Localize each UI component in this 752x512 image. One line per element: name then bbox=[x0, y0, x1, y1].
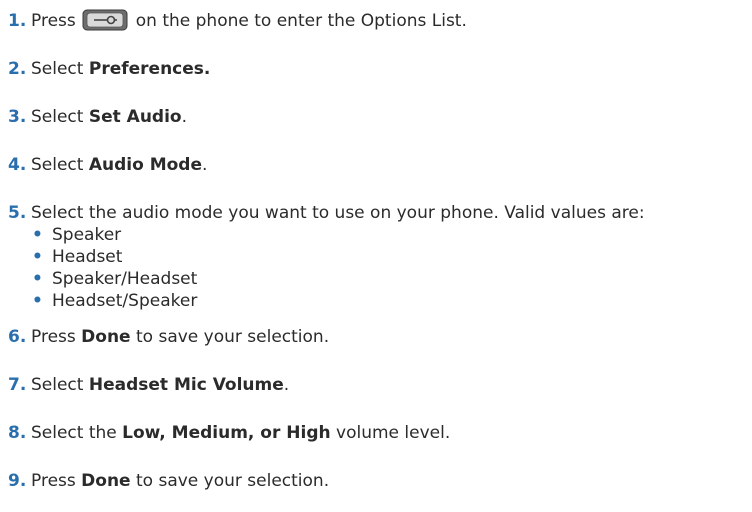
bullet-icon: • bbox=[32, 247, 43, 267]
bullet-icon: • bbox=[32, 291, 43, 311]
step-text: Select the bbox=[31, 423, 123, 443]
list-item: • Headset bbox=[30, 246, 122, 268]
step-text-continued: to save your selection. bbox=[130, 471, 330, 491]
step-text: Select the audio mode you want to use on… bbox=[31, 203, 645, 223]
step-7: 7. Select Headset Mic Volume. bbox=[8, 374, 289, 396]
step-text: Press bbox=[31, 327, 82, 347]
audio-mode-headset: Headset bbox=[52, 247, 123, 267]
step-text: Select bbox=[31, 107, 89, 127]
menu-option-audio-mode: Audio Mode bbox=[88, 155, 203, 175]
step-text: Press bbox=[31, 471, 82, 491]
step-text-continued: . bbox=[181, 107, 188, 127]
step-number: 2. bbox=[8, 59, 27, 79]
step-3: 3. Select Set Audio. bbox=[8, 106, 187, 128]
step-text-continued: volume level. bbox=[330, 423, 451, 443]
step-number: 9. bbox=[8, 471, 27, 491]
audio-mode-speaker-headset: Speaker/Headset bbox=[52, 269, 198, 289]
step-4: 4. Select Audio Mode. bbox=[8, 154, 207, 176]
step-number: 6. bbox=[8, 327, 27, 347]
softkey-done: Done bbox=[81, 327, 131, 347]
audio-mode-speaker: Speaker bbox=[52, 225, 122, 245]
step-6: 6. Press Done to save your selection. bbox=[8, 326, 329, 348]
step-text-continued: . bbox=[283, 375, 290, 395]
step-text-continued: on the phone to enter the Options List. bbox=[135, 11, 467, 31]
bullet-icon: • bbox=[32, 269, 43, 289]
options-key-icon bbox=[82, 9, 128, 31]
step-text-continued: . bbox=[202, 155, 208, 175]
step-text: Select bbox=[31, 59, 89, 79]
step-number: 8. bbox=[8, 423, 27, 443]
step-text-continued: to save your selection. bbox=[130, 327, 330, 347]
bullet-icon: • bbox=[32, 225, 43, 245]
step-1: 1. Press on the phone to enter the Option… bbox=[8, 9, 467, 32]
step-number: 4. bbox=[8, 155, 27, 175]
step-9: 9. Press Done to save your selection. bbox=[8, 470, 329, 492]
step-number: 1. bbox=[8, 11, 27, 31]
step-number: 7. bbox=[8, 375, 27, 395]
volume-level-options: Low, Medium, or High bbox=[122, 423, 331, 443]
list-item: • Speaker/Headset bbox=[30, 268, 197, 290]
softkey-done: Done bbox=[81, 471, 131, 491]
step-5: 5. Select the audio mode you want to use … bbox=[8, 202, 645, 224]
step-8: 8. Select the Low, Medium, or High volume… bbox=[8, 422, 450, 444]
step-number: 5. bbox=[8, 203, 27, 223]
step-number: 3. bbox=[8, 107, 27, 127]
menu-option-preferences: Preferences. bbox=[88, 59, 211, 79]
audio-mode-headset-speaker: Headset/Speaker bbox=[52, 291, 198, 311]
step-2: 2. Select Preferences. bbox=[8, 58, 210, 80]
menu-option-headset-mic-volume: Headset Mic Volume bbox=[88, 375, 284, 395]
step-text: Press bbox=[31, 11, 76, 31]
list-item: • Speaker bbox=[30, 224, 121, 246]
list-item: • Headset/Speaker bbox=[30, 290, 197, 312]
step-text: Select bbox=[31, 155, 89, 175]
step-text: Select bbox=[31, 375, 89, 395]
menu-option-set-audio: Set Audio bbox=[88, 107, 182, 127]
